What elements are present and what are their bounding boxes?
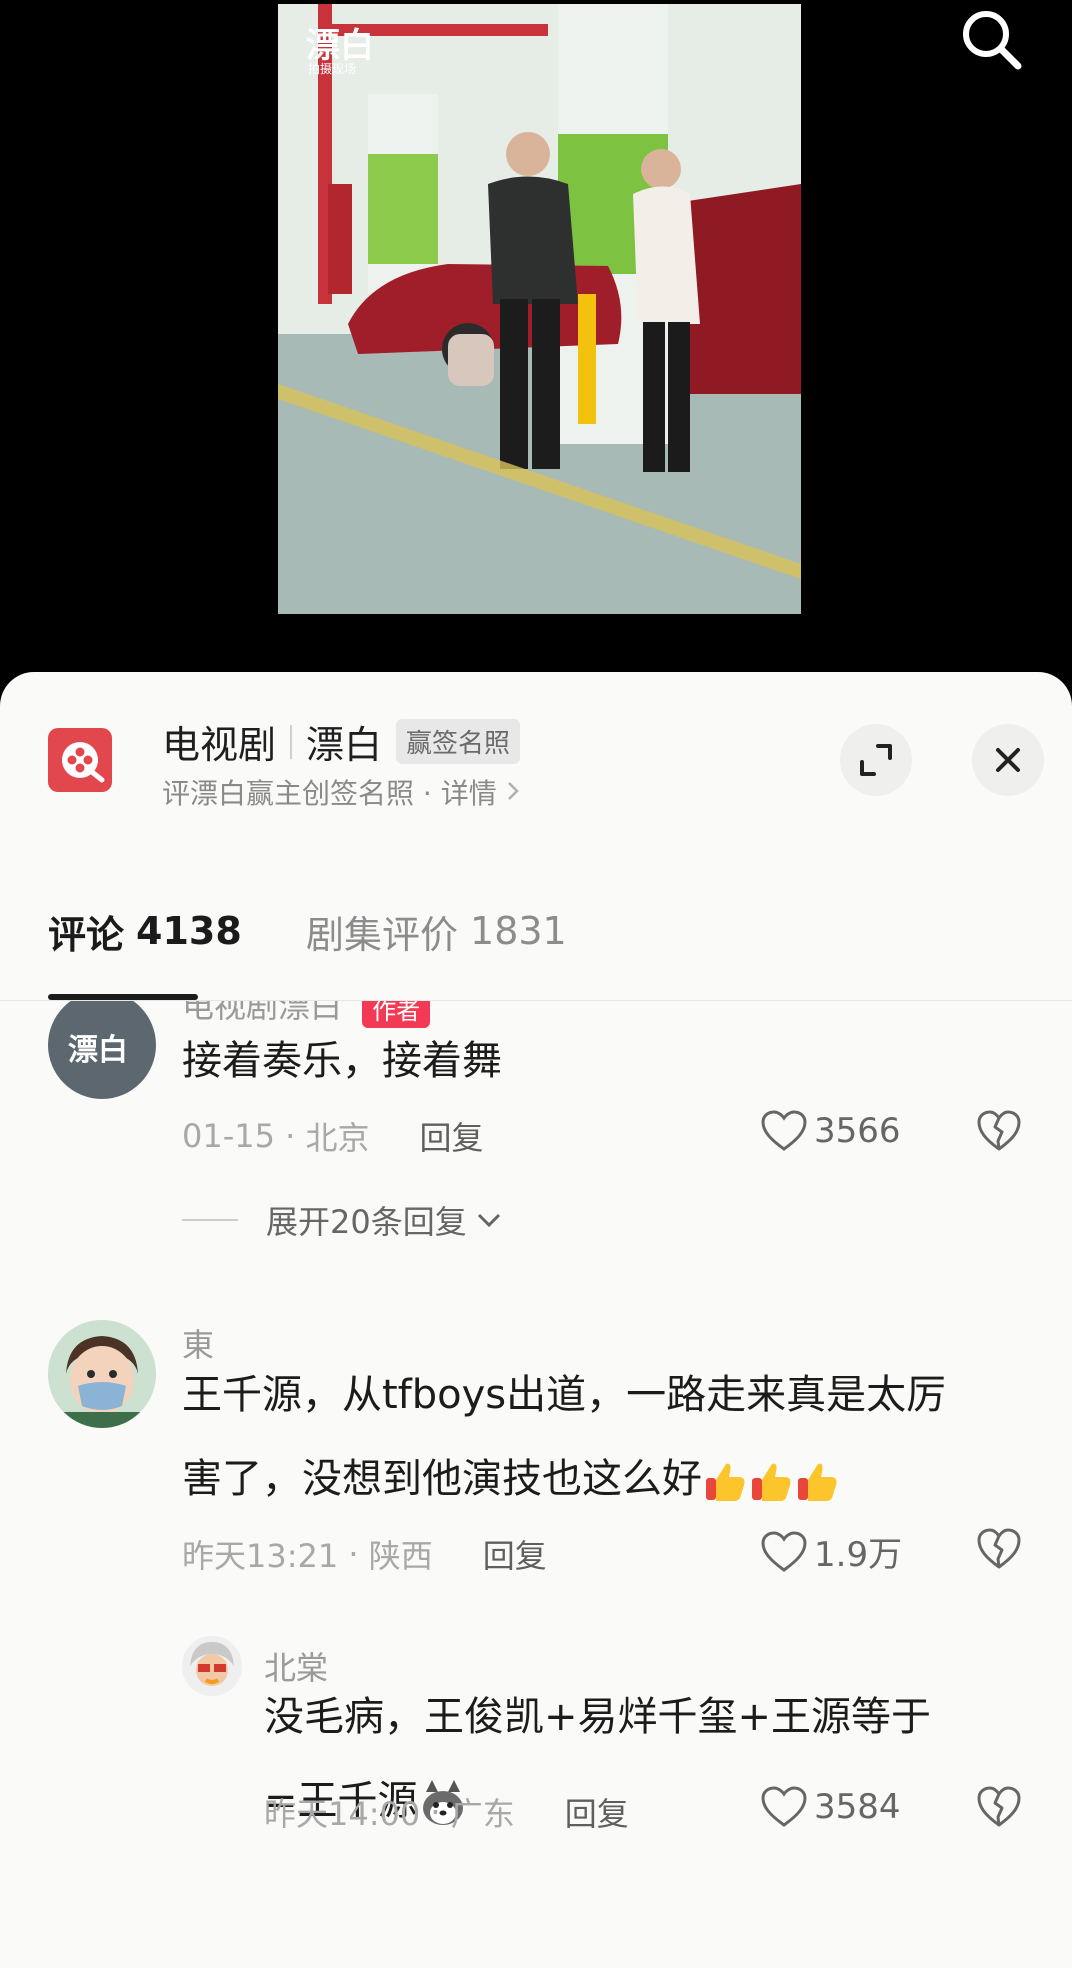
video-player[interactable]: 漂白 拍摄现场 — [0, 0, 1072, 690]
like-count: 3584 — [814, 1787, 901, 1827]
comment-text-line: 害了，没想到他演技也这么好 — [182, 1437, 946, 1521]
meta-dot: · — [338, 1535, 369, 1573]
thumbs-up-emoji-icon — [706, 1463, 745, 1501]
avatar[interactable] — [48, 1320, 156, 1428]
like-button[interactable]: 3584 — [760, 1785, 901, 1829]
tab-comments-label: 评论 — [48, 912, 125, 957]
tab-comments[interactable]: 评论 4138 — [48, 862, 242, 1000]
show-title-row[interactable]: 电视剧 漂白 赢签名照 — [162, 714, 521, 769]
dislike-button[interactable] — [976, 1785, 1022, 1833]
reply-text-line: 没毛病，王俊凯+易烊千玺+王源等于 — [264, 1694, 932, 1740]
heart-icon — [761, 1530, 807, 1572]
close-icon — [996, 748, 1020, 772]
show-name: 漂白 — [306, 723, 383, 767]
video-frame[interactable]: 漂白 拍摄现场 — [278, 4, 801, 614]
avatar[interactable] — [182, 1636, 242, 1696]
comment-text-line-2: 害了，没想到他演技也这么好 — [182, 1456, 702, 1502]
search-icon — [963, 11, 1022, 70]
show-subtitle-link[interactable]: 评漂白赢主创签名照 · 详情 — [162, 772, 521, 812]
reply-button[interactable]: 回复 — [420, 1113, 484, 1159]
video-scene-image — [278, 4, 801, 614]
comment-meta: 01-15 · 北京 回复 — [182, 1113, 484, 1159]
show-category: 电视剧 — [162, 723, 277, 767]
dislike-button[interactable] — [976, 1527, 1022, 1575]
comment-location: 陕西 — [368, 1537, 433, 1575]
tab-comments-count: 4138 — [136, 909, 242, 953]
like-count: 1.9万 — [814, 1535, 903, 1575]
like-button[interactable]: 1.9万 — [760, 1527, 902, 1576]
avatar[interactable]: 漂白 — [48, 1001, 156, 1099]
comment-meta: 昨天13:21 · 陕西 回复 — [182, 1531, 547, 1577]
chevron-down-icon — [477, 1213, 500, 1228]
heart-icon — [761, 1786, 807, 1827]
tab-reviews-count: 1831 — [470, 909, 567, 953]
meta-dot: · — [274, 1117, 306, 1155]
expand-replies-label: 展开20条回复 — [266, 1203, 467, 1241]
search-button[interactable] — [956, 4, 1028, 76]
avatar-image — [48, 1320, 156, 1428]
comment-list[interactable]: 漂白 电视剧漂白 作者 接着奏乐，接着舞 01-15 · 北京 回复 3566 — [0, 1001, 1072, 1968]
thumbs-up-emoji-icon — [752, 1463, 791, 1501]
reply-location: 广东 — [450, 1795, 515, 1833]
comment-text: 接着奏乐，接着舞 — [182, 1038, 502, 1084]
thumbs-up-emoji-icon — [798, 1463, 837, 1501]
comment-text-line: 王千源，从tfboys出道，一路走来真是太厉 — [182, 1372, 947, 1418]
comment-date: 昨天13:21 — [182, 1537, 339, 1575]
divider-line — [182, 1219, 238, 1221]
comment-location: 北京 — [305, 1119, 370, 1157]
show-subtitle: 评漂白赢主创签名照 · 详情 — [162, 777, 497, 810]
meta-dot: · — [420, 1793, 451, 1831]
reply-button[interactable]: 回复 — [483, 1531, 547, 1577]
tab-episode-reviews[interactable]: 剧集评价 1831 — [306, 862, 567, 1000]
reply-meta: 昨天14:00 · 广东 回复 — [264, 1789, 629, 1835]
active-tab-indicator — [48, 994, 198, 1000]
comment-text: 王千源，从tfboys出道，一路走来真是太厉 害了，没想到他演技也这么好 — [182, 1353, 946, 1521]
like-count: 3566 — [814, 1111, 901, 1151]
film-reel-icon — [62, 742, 105, 783]
promo-badge: 赢签名照 — [396, 719, 521, 764]
dislike-button[interactable] — [976, 1109, 1022, 1157]
comment-date: 01-15 — [182, 1117, 275, 1155]
close-button[interactable] — [972, 724, 1044, 796]
tab-reviews-label: 剧集评价 — [306, 912, 459, 957]
video-watermark-sub: 拍摄现场 — [308, 62, 357, 76]
title-separator — [290, 724, 293, 759]
fullscreen-button[interactable] — [840, 724, 912, 796]
broken-heart-icon — [977, 1528, 1021, 1569]
show-logo[interactable] — [48, 728, 112, 792]
avatar-text: 漂白 — [68, 1033, 128, 1068]
reply-date: 昨天14:00 — [264, 1795, 421, 1833]
expand-icon — [860, 744, 892, 776]
reply-button[interactable]: 回复 — [565, 1789, 629, 1835]
broken-heart-icon — [977, 1110, 1021, 1151]
like-button[interactable]: 3566 — [760, 1109, 901, 1153]
heart-icon — [761, 1110, 807, 1151]
broken-heart-icon — [977, 1786, 1021, 1827]
avatar-image — [182, 1636, 242, 1696]
expand-replies-button[interactable]: 展开20条回复 — [182, 1197, 505, 1243]
chevron-right-icon — [505, 776, 521, 809]
comment-tabs: 评论 4138 剧集评价 1831 — [0, 862, 1072, 1001]
comment-sheet: 电视剧 漂白 赢签名照 评漂白赢主创签名照 · 详情 评论 4138 剧集评价 … — [0, 672, 1072, 1968]
